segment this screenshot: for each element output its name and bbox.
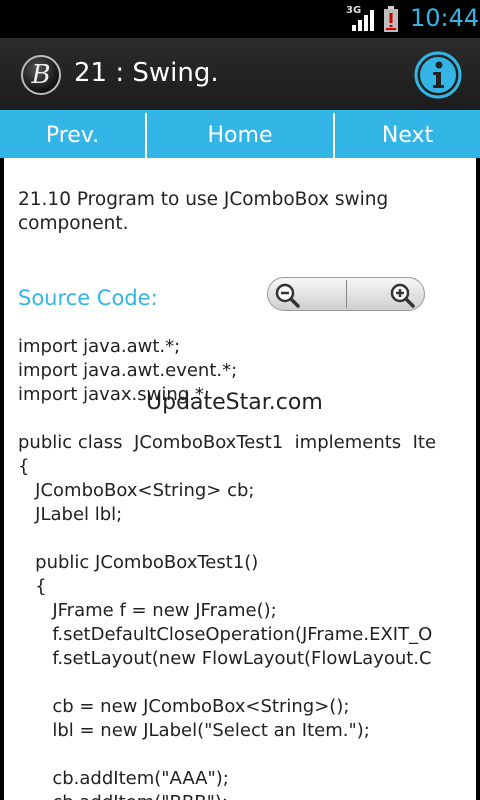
status-bar: 3G 10:44 [0,0,480,38]
code-line: { [18,456,30,477]
page-title: 21 : Swing. [74,58,219,88]
code-line: f.setDefaultCloseOperation(JFrame.EXIT_O [18,624,433,645]
prev-button[interactable]: Prev. [0,113,145,157]
code-line: import java.awt.event.*; [18,360,238,381]
code-line: JFrame f = new JFrame(); [18,600,277,621]
app-logo[interactable]: B [21,55,61,95]
code-line: { [18,576,47,597]
zoom-out-icon[interactable] [274,282,300,308]
code-line: cb = new JComboBox<String>(); [18,696,350,717]
code-line: JComboBox<String> cb; [18,480,255,501]
next-button[interactable]: Next [335,113,480,157]
battery-low-icon [384,6,398,32]
code-line: JLabel lbl; [18,504,123,525]
code-line: cb.addItem("AAA"); [18,768,229,789]
code-line: lbl = new JLabel("Select an Item."); [18,720,370,741]
code-line: public class JComboBoxTest1 implements I… [18,432,437,453]
zoom-in-icon[interactable] [389,282,415,308]
clock: 10:44 [410,4,480,32]
source-code-label: Source Code: [18,286,158,310]
info-icon[interactable] [413,50,463,100]
program-heading: 21.10 Program to use JComboBox swing com… [18,189,389,234]
content-panel[interactable]: 21.10 Program to use JComboBox swing com… [4,158,476,800]
code-line: import java.awt.*; [18,336,181,357]
code-line: f.setLayout(new FlowLayout(FlowLayout.C [18,648,432,669]
code-line: cb.addItem("BBB"); [18,791,436,800]
zoom-divider [346,280,347,308]
watermark: UpdateStar.com [146,390,323,415]
zoom-controls [267,277,425,311]
action-bar [0,38,480,110]
home-button[interactable]: Home [147,113,333,157]
signal-icon [352,10,374,31]
code-line: public JComboBoxTest1() [18,552,259,573]
